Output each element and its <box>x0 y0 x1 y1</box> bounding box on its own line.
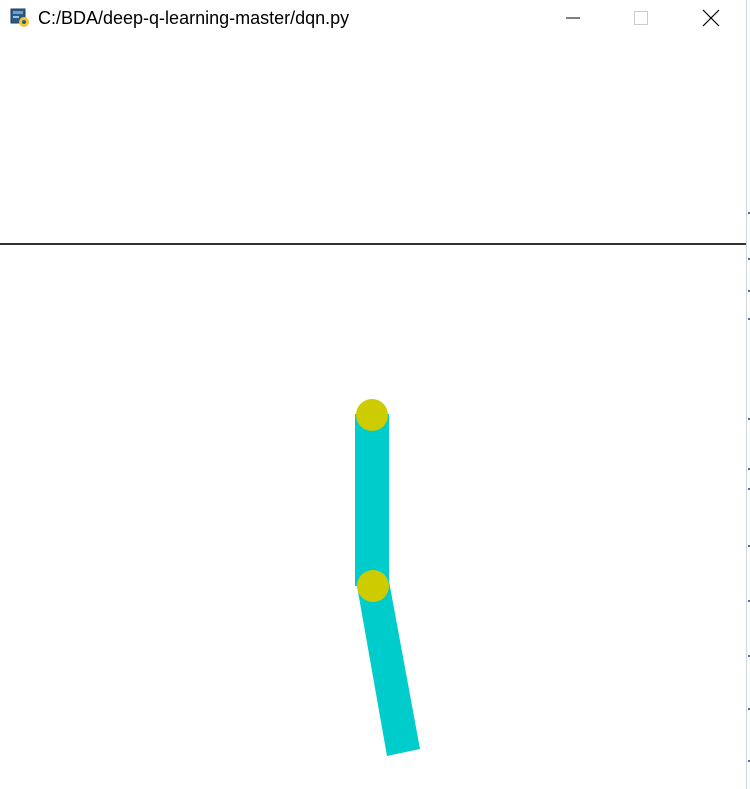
minimize-icon <box>566 17 580 19</box>
close-icon <box>702 9 720 27</box>
lower-link <box>357 581 420 756</box>
maximize-icon <box>634 11 648 25</box>
upper-link <box>355 414 389 586</box>
app-window: C:/BDA/deep-q-learning-master/dqn.py <box>0 0 746 789</box>
minimize-button[interactable] <box>550 0 596 36</box>
close-button[interactable] <box>688 0 734 36</box>
top-joint <box>356 399 388 431</box>
middle-joint <box>357 570 389 602</box>
render-canvas <box>0 243 746 756</box>
maximize-button[interactable] <box>618 0 664 36</box>
python-icon <box>10 8 30 28</box>
background-window-edge <box>746 0 750 789</box>
title-bar[interactable]: C:/BDA/deep-q-learning-master/dqn.py <box>0 0 746 36</box>
window-title: C:/BDA/deep-q-learning-master/dqn.py <box>38 8 350 28</box>
